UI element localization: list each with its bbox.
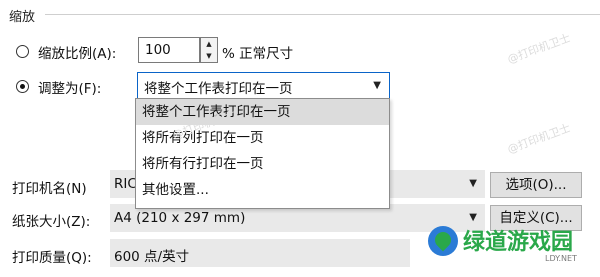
scale-spinner[interactable]: ▲ ▼ [200, 37, 218, 63]
fit-combobox[interactable]: 将整个工作表打印在一页 ▼ [137, 72, 390, 99]
spin-down-icon[interactable]: ▼ [201, 50, 217, 62]
section-title: 缩放 [9, 10, 36, 25]
chevron-down-icon[interactable]: ▼ [469, 178, 477, 189]
scale-radio[interactable] [16, 45, 29, 58]
chevron-down-icon[interactable]: ▼ [373, 80, 381, 91]
fit-label: 调整为(F): [38, 81, 102, 97]
quality-value: 600 点/英寸 [114, 249, 190, 265]
scale-unit: % 正常尺寸 [222, 46, 294, 62]
dropdown-option[interactable]: 将所有行打印在一页 [136, 151, 389, 177]
quality-select[interactable]: 600 点/英寸 [110, 239, 410, 267]
scale-input[interactable]: 100 [138, 37, 200, 63]
logo-name: 绿道游戏园 [463, 230, 574, 255]
printer-label: 打印机名(N) [12, 181, 87, 197]
scale-value: 100 [145, 42, 171, 58]
logo-sub: LDY.NET [545, 254, 577, 263]
options-button[interactable]: 选项(O)... [490, 172, 582, 198]
dropdown-option[interactable]: 将整个工作表打印在一页 [136, 99, 389, 125]
section-divider [45, 14, 600, 15]
quality-label: 打印质量(Q): [12, 250, 92, 266]
fit-dropdown-list: 将整个工作表打印在一页 将所有列打印在一页 将所有行打印在一页 其他设置... [135, 98, 390, 209]
paper-value: A4 (210 x 297 mm) [114, 210, 246, 226]
chevron-down-icon[interactable]: ▼ [469, 212, 477, 223]
dropdown-option[interactable]: 其他设置... [136, 177, 389, 203]
watermark: @打印机卫士 [505, 121, 573, 157]
logo-icon [428, 226, 458, 256]
fit-selected-value: 将整个工作表打印在一页 [144, 81, 293, 97]
scale-label: 缩放比例(A): [38, 46, 117, 62]
paper-label: 纸张大小(Z): [12, 214, 91, 230]
spin-up-icon[interactable]: ▲ [201, 38, 217, 50]
watermark: @打印机卫士 [505, 31, 573, 67]
fit-radio[interactable] [16, 80, 29, 93]
printer-value: RIC [114, 176, 137, 192]
